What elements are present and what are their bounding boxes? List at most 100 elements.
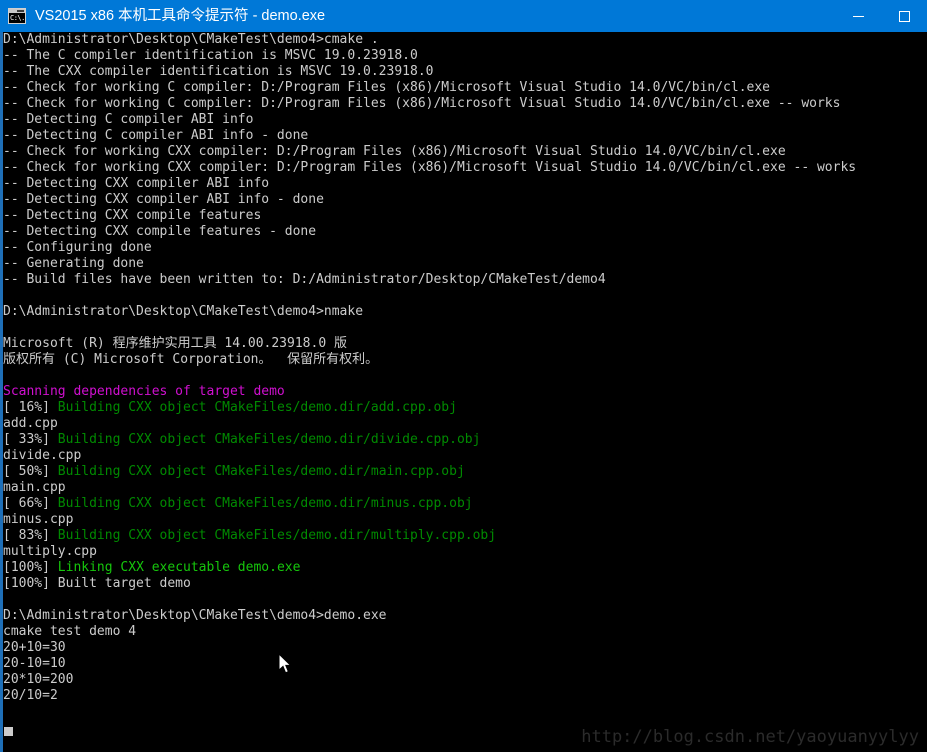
console-line: divide.cpp — [3, 448, 927, 464]
console-icon-prompt: C:\. — [9, 13, 25, 23]
console-line: add.cpp — [3, 416, 927, 432]
console-line: 20-10=10 — [3, 656, 927, 672]
console-line: -- Detecting C compiler ABI info - done — [3, 128, 927, 144]
console-icon-dots — [17, 10, 24, 12]
console-line: main.cpp — [3, 480, 927, 496]
console-line-segment: Building CXX object CMakeFiles/demo.dir/… — [57, 496, 473, 511]
console-line-segment: Scanning dependencies of target demo — [3, 384, 285, 399]
console-line-segment: 20*10=200 — [3, 672, 74, 687]
console-line-segment: -- Detecting C compiler ABI info — [3, 112, 254, 127]
console-line-segment: main.cpp — [3, 480, 66, 495]
console-line-segment: Linking CXX executable demo.exe — [57, 560, 301, 575]
maximize-button[interactable] — [881, 0, 927, 32]
console-line: -- Detecting CXX compiler ABI info - don… — [3, 192, 927, 208]
console-line-segment: -- Check for working C compiler: D:/Prog… — [3, 80, 771, 95]
console-line: -- Configuring done — [3, 240, 927, 256]
minimize-button[interactable] — [835, 0, 881, 32]
console-caret — [4, 727, 13, 736]
console-icon: C:\. — [8, 8, 26, 24]
console-line: -- Build files have been written to: D:/… — [3, 272, 927, 288]
console-line: 20+10=30 — [3, 640, 927, 656]
console-line: D:\Administrator\Desktop\CMakeTest\demo4… — [3, 608, 927, 624]
console-line: -- The C compiler identification is MSVC… — [3, 48, 927, 64]
console-line: 20/10=2 — [3, 688, 927, 704]
console-line: -- Detecting CXX compile features - done — [3, 224, 927, 240]
console-window: C:\. VS2015 x86 本机工具命令提示符 - demo.exe D:\… — [0, 0, 927, 752]
console-line: -- Detecting CXX compiler ABI info — [3, 176, 927, 192]
console-line: -- Detecting C compiler ABI info — [3, 112, 927, 128]
console-line: multiply.cpp — [3, 544, 927, 560]
console-line-segment: -- Detecting C compiler ABI info - done — [3, 128, 309, 143]
console-line: 版权所有 (C) Microsoft Corporation。 保留所有权利。 — [3, 352, 927, 368]
console-text: D:\Administrator\Desktop\CMakeTest\demo4… — [3, 32, 927, 704]
console-line-segment: [ 50%] — [3, 464, 58, 479]
console-line-segment: 版权所有 (C) Microsoft Corporation。 保留所有权利。 — [3, 352, 379, 367]
console-line: -- Check for working CXX compiler: D:/Pr… — [3, 144, 927, 160]
title-bar[interactable]: C:\. VS2015 x86 本机工具命令提示符 - demo.exe — [0, 0, 927, 32]
console-line-segment: Building CXX object CMakeFiles/demo.dir/… — [57, 528, 497, 543]
console-line-segment: Building CXX object CMakeFiles/demo.dir/… — [57, 464, 465, 479]
console-line: -- The CXX compiler identification is MS… — [3, 64, 927, 80]
console-line-segment: -- Check for working C compiler: D:/Prog… — [3, 96, 841, 111]
console-line-segment: -- Check for working CXX compiler: D:/Pr… — [3, 144, 786, 159]
console-output-area[interactable]: D:\Administrator\Desktop\CMakeTest\demo4… — [0, 32, 927, 752]
console-line: [ 83%] Building CXX object CMakeFiles/de… — [3, 528, 927, 544]
console-line: 20*10=200 — [3, 672, 927, 688]
console-line-segment: cmake test demo 4 — [3, 624, 137, 639]
console-line: [100%] Built target demo — [3, 576, 927, 592]
console-line-segment: -- Detecting CXX compile features — [3, 208, 262, 223]
console-line-segment: [ 66%] — [3, 496, 58, 511]
console-line: D:\Administrator\Desktop\CMakeTest\demo4… — [3, 304, 927, 320]
console-line: -- Check for working CXX compiler: D:/Pr… — [3, 160, 927, 176]
console-line: -- Generating done — [3, 256, 927, 272]
console-line-segment: -- Generating done — [3, 256, 144, 271]
console-line-segment: D:\Administrator\Desktop\CMakeTest\demo4… — [3, 32, 379, 47]
console-line-segment: D:\Administrator\Desktop\CMakeTest\demo4… — [3, 608, 387, 623]
watermark-text: http://blog.csdn.net/yaoyuanyylyy — [581, 727, 919, 747]
console-line-segment: 20/10=2 — [3, 688, 58, 703]
console-line-segment: add.cpp — [3, 416, 58, 431]
console-line-segment: -- The C compiler identification is MSVC… — [3, 48, 418, 63]
console-line: -- Check for working C compiler: D:/Prog… — [3, 80, 927, 96]
console-line: Microsoft (R) 程序维护实用工具 14.00.23918.0 版 — [3, 336, 927, 352]
maximize-icon — [898, 10, 910, 22]
console-line: minus.cpp — [3, 512, 927, 528]
console-line-segment: Microsoft (R) 程序维护实用工具 14.00.23918.0 版 — [3, 336, 347, 351]
console-line-segment: -- Build files have been written to: D:/… — [3, 272, 606, 287]
console-line-segment: -- Detecting CXX compiler ABI info — [3, 176, 270, 191]
console-line-segment: minus.cpp — [3, 512, 74, 527]
console-line: Scanning dependencies of target demo — [3, 384, 927, 400]
window-controls — [835, 0, 927, 32]
console-line-segment: -- Check for working CXX compiler: D:/Pr… — [3, 160, 857, 175]
console-line: cmake test demo 4 — [3, 624, 927, 640]
minimize-icon — [852, 15, 864, 17]
console-line-segment: -- Detecting CXX compile features - done — [3, 224, 317, 239]
console-line: [ 16%] Building CXX object CMakeFiles/de… — [3, 400, 927, 416]
console-line-segment: multiply.cpp — [3, 544, 97, 559]
console-line-segment: [100%] — [3, 560, 58, 575]
console-line-segment: -- Detecting CXX compiler ABI info - don… — [3, 192, 324, 207]
console-line-segment: -- The CXX compiler identification is MS… — [3, 64, 434, 79]
console-line-segment: divide.cpp — [3, 448, 82, 463]
console-line: [ 66%] Building CXX object CMakeFiles/de… — [3, 496, 927, 512]
console-line-segment: 20+10=30 — [3, 640, 66, 655]
console-line: [100%] Linking CXX executable demo.exe — [3, 560, 927, 576]
console-line-segment: [ 83%] — [3, 528, 58, 543]
console-line-segment: Building CXX object CMakeFiles/demo.dir/… — [57, 432, 481, 447]
window-title: VS2015 x86 本机工具命令提示符 - demo.exe — [35, 8, 326, 24]
console-line: D:\Administrator\Desktop\CMakeTest\demo4… — [3, 32, 927, 48]
title-bar-left: C:\. VS2015 x86 本机工具命令提示符 - demo.exe — [0, 0, 835, 32]
console-line-segment: [ 16%] — [3, 400, 58, 415]
console-line: -- Detecting CXX compile features — [3, 208, 927, 224]
console-line: [ 50%] Building CXX object CMakeFiles/de… — [3, 464, 927, 480]
console-line-segment: D:\Administrator\Desktop\CMakeTest\demo4… — [3, 304, 364, 319]
console-line-segment: [100%] Built target demo — [3, 576, 191, 591]
console-line-segment: 20-10=10 — [3, 656, 66, 671]
console-line-segment: -- Configuring done — [3, 240, 152, 255]
console-line: -- Check for working C compiler: D:/Prog… — [3, 96, 927, 112]
console-line-segment: Building CXX object CMakeFiles/demo.dir/… — [57, 400, 457, 415]
